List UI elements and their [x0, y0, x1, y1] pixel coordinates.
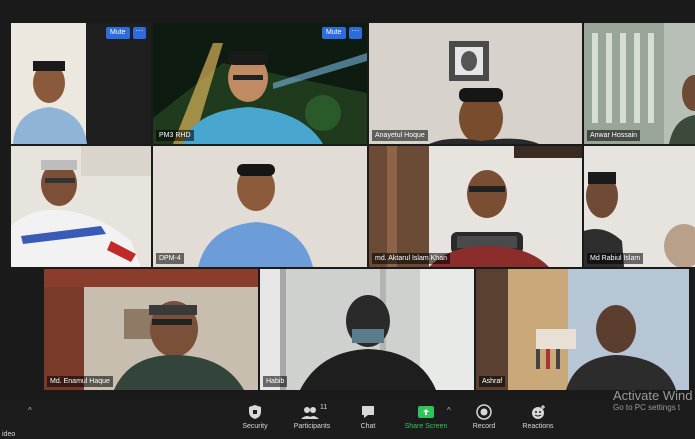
reactions-label: Reactions [522, 423, 554, 430]
video-tile-self[interactable]: Mute ··· [11, 23, 151, 144]
caret-up-icon[interactable]: ^ [447, 406, 451, 415]
video-tile-md-enamul-haque[interactable]: Md. Enamul Haque [44, 269, 258, 390]
participant-video [260, 269, 474, 390]
meeting-toolbar: ^ ideo Security 11 Participants Chat Sha… [0, 400, 695, 438]
participant-name: Md. Enamul Haque [47, 376, 113, 387]
activation-title: Activate Wind [613, 388, 693, 403]
shield-icon [249, 405, 261, 419]
participant-video [44, 269, 258, 390]
video-tile-habib[interactable]: Habib [260, 269, 474, 390]
participants-button[interactable]: 11 Participants [280, 404, 344, 431]
participant-name: Md Rabiul Islam [587, 253, 644, 264]
participant-video [369, 146, 582, 267]
chat-icon [362, 406, 374, 418]
participants-count: 11 [320, 404, 328, 411]
mute-button[interactable]: Mute [106, 27, 130, 39]
participant-video [369, 23, 582, 144]
participant-video [584, 23, 695, 144]
video-tile-participant[interactable] [11, 146, 151, 267]
video-tile-md-aktarul-islam-khan[interactable]: md. Aktarul Islam Khan [369, 146, 582, 267]
record-icon [476, 404, 492, 420]
participants-label: Participants [293, 423, 331, 430]
participant-name: DPM-4 [156, 253, 184, 264]
video-gallery: Mute ··· PM3 RHD Mute ··· Anayetul Hoque… [0, 0, 695, 438]
security-label: Security [242, 423, 268, 430]
reactions-button[interactable]: Reactions [506, 404, 570, 431]
participant-name: Anayetul Hoque [372, 130, 428, 141]
caret-up-icon[interactable]: ^ [28, 406, 32, 415]
video-tile-anwar-hossain[interactable]: Anwar Hossain [584, 23, 695, 144]
participant-name: Anwar Hossain [587, 130, 641, 141]
participant-name: PM3 RHD [156, 130, 194, 141]
participant-name: Ashraf [479, 376, 506, 387]
participant-video [153, 146, 367, 267]
video-tile-pm3-rhd[interactable]: PM3 RHD Mute ··· [153, 23, 367, 144]
video-tile-ashraf[interactable]: Ashraf [476, 269, 689, 390]
share-screen-label: Share Screen [404, 423, 448, 430]
participant-name: md. Aktarul Islam Khan [372, 253, 450, 264]
more-options-button[interactable]: ··· [133, 27, 146, 39]
participant-video [476, 269, 689, 390]
video-tile-md-rabiul-islam[interactable]: Md Rabiul Islam [584, 146, 695, 267]
security-button[interactable]: Security [223, 404, 287, 431]
more-options-button[interactable]: ··· [349, 27, 362, 39]
windows-activation-watermark: Activate Wind Go to PC settings t [613, 388, 695, 413]
participant-video [11, 146, 151, 267]
participant-video [11, 23, 151, 144]
chat-button[interactable]: Chat [336, 404, 400, 431]
share-screen-icon [418, 406, 434, 418]
mute-button[interactable]: Mute [322, 27, 346, 39]
video-tile-dpm-4[interactable]: DPM-4 [153, 146, 367, 267]
participant-video [584, 146, 695, 267]
reactions-icon [532, 405, 545, 419]
activation-subtitle: Go to PC settings t [613, 403, 681, 412]
video-tile-anayetul-hoque[interactable]: Anayetul Hoque [369, 23, 582, 144]
participant-name: Habib [263, 376, 288, 387]
participant-video [153, 23, 367, 144]
chat-label: Chat [360, 423, 376, 430]
